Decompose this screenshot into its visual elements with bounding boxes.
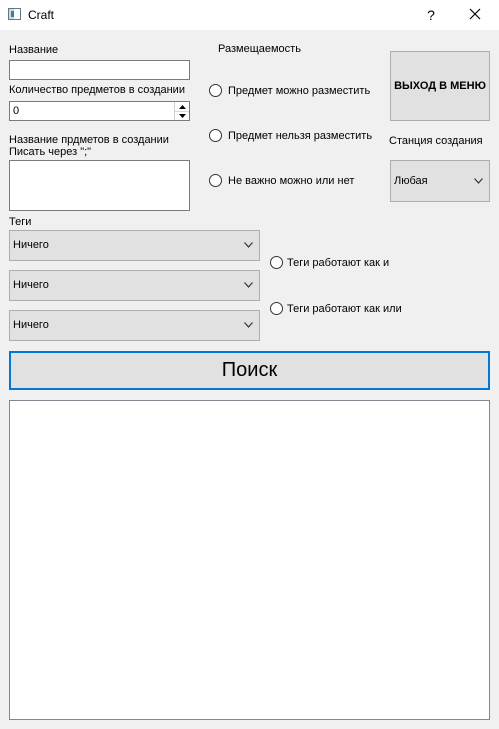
spin-down-button[interactable] <box>175 111 189 120</box>
items-hint: Писать через ";" <box>9 146 92 158</box>
placement-option-cannot[interactable]: Предмет нельзя разместить <box>228 130 372 143</box>
placement-radio-any[interactable] <box>209 174 222 187</box>
station-select[interactable]: Любая <box>390 160 490 202</box>
spin-buttons <box>174 102 189 120</box>
tags-mode-radio-and[interactable] <box>270 256 283 269</box>
tag-select-3[interactable]: Ничего <box>9 310 260 341</box>
window-title: Craft <box>28 8 55 22</box>
tag-select-2[interactable]: Ничего <box>9 270 260 301</box>
placement-radio-can[interactable] <box>209 84 222 97</box>
placement-option-any[interactable]: Не важно можно или нет <box>228 175 354 188</box>
quantity-label: Количество предметов в создании <box>9 84 185 96</box>
app-window-icon <box>8 8 21 20</box>
help-button[interactable]: ? <box>417 4 445 26</box>
tag-select-3-value: Ничего <box>13 319 49 331</box>
tag-select-1[interactable]: Ничего <box>9 230 260 261</box>
tag-select-1-value: Ничего <box>13 239 49 251</box>
placement-radio-cannot[interactable] <box>209 129 222 142</box>
close-icon <box>469 8 481 20</box>
placement-label: Размещаемость <box>218 43 301 55</box>
items-field[interactable] <box>9 160 190 211</box>
tags-mode-and[interactable]: Теги работают как и <box>287 257 389 270</box>
placement-option-can[interactable]: Предмет можно разместить <box>228 85 370 98</box>
triangle-down-icon <box>178 113 186 118</box>
station-selected: Любая <box>394 175 428 187</box>
results-list[interactable] <box>9 400 490 720</box>
triangle-up-icon <box>178 104 186 109</box>
tags-mode-or[interactable]: Теги работают как или <box>287 303 402 316</box>
station-label: Станция создания <box>389 135 483 147</box>
chevron-down-icon <box>244 322 253 328</box>
exit-to-menu-button[interactable]: ВЫХОД В МЕНЮ <box>390 51 490 121</box>
chevron-down-icon <box>474 178 483 184</box>
close-button[interactable] <box>458 4 492 26</box>
quantity-value: 0 <box>13 105 20 117</box>
name-label: Название <box>9 44 59 56</box>
chevron-down-icon <box>244 242 253 248</box>
tags-label: Теги <box>9 216 32 228</box>
name-field[interactable] <box>9 60 190 80</box>
tag-select-2-value: Ничего <box>13 279 49 291</box>
chevron-down-icon <box>244 282 253 288</box>
name-input[interactable] <box>10 61 189 79</box>
quantity-stepper[interactable]: 0 <box>9 101 190 121</box>
items-textarea[interactable] <box>10 161 189 210</box>
search-button[interactable]: Поиск <box>9 351 490 390</box>
tags-mode-radio-or[interactable] <box>270 302 283 315</box>
